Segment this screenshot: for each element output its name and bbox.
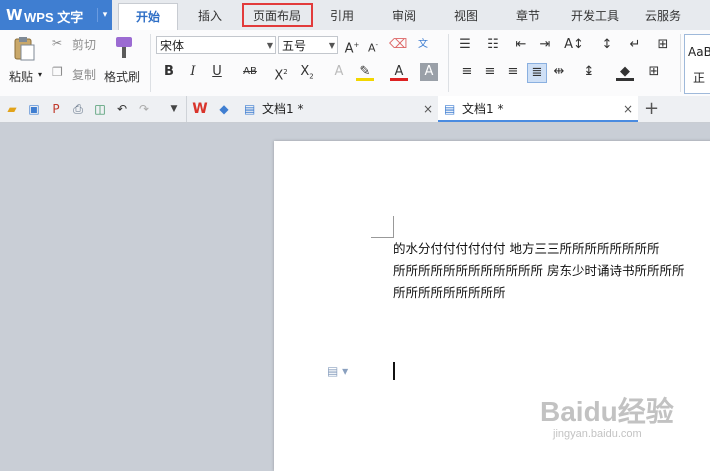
subscript-icon[interactable]: X2 <box>298 63 316 81</box>
document-text-line[interactable]: 所所所所所所所所所所所所 房东少时诵诗书所所所所 <box>393 260 684 279</box>
save-icon[interactable]: ▣ <box>26 101 42 117</box>
phonetic-guide-icon[interactable]: 文 <box>414 36 432 54</box>
bold-icon[interactable]: B <box>160 63 178 81</box>
undo-icon[interactable]: ↶ <box>114 101 130 117</box>
ribbon-separator <box>680 34 681 92</box>
chevron-down-icon[interactable]: ▼ <box>329 37 335 55</box>
font-name-select[interactable]: 宋体 ▼ <box>156 36 276 54</box>
tab-view[interactable]: 视图 <box>442 3 490 30</box>
table-icon[interactable]: ⊞ <box>654 36 672 54</box>
scissors-icon[interactable]: ✂ <box>52 36 62 50</box>
format-painter-icon[interactable] <box>110 35 136 61</box>
tab-home[interactable]: 开始 <box>118 3 178 32</box>
tab-review[interactable]: 审阅 <box>380 3 428 30</box>
line-spacing-icon[interactable]: ↨ <box>580 63 598 81</box>
font-size-value: 五号 <box>282 39 307 53</box>
style-preview-text: AaB <box>688 45 710 59</box>
italic-icon[interactable]: I <box>184 63 202 81</box>
shading-icon[interactable]: ◆ <box>616 63 634 81</box>
style-gallery[interactable]: AaB 正 <box>684 34 710 94</box>
tab-highlight-box <box>242 3 313 27</box>
text-cursor <box>393 362 395 380</box>
bullets-icon[interactable]: ☰ <box>456 36 474 54</box>
toolbar-separator <box>186 96 187 122</box>
text-direction-icon[interactable]: ↕ <box>598 36 616 54</box>
underline-icon[interactable]: U <box>208 63 226 81</box>
new-tab-plus-icon[interactable]: + <box>644 96 659 122</box>
wps-home-icon[interactable]: W <box>192 101 208 117</box>
format-painter-button[interactable]: 格式刷 <box>104 68 140 85</box>
chevron-down-icon[interactable]: ▾ <box>38 70 42 79</box>
print-preview-icon[interactable]: ◫ <box>92 101 108 117</box>
character-shading-icon[interactable]: A <box>420 63 438 81</box>
align-right-icon[interactable]: ≡ <box>504 63 522 81</box>
app-title: WPS 文字 <box>24 10 84 25</box>
print-icon[interactable]: ⎙ <box>70 101 86 117</box>
tab-section[interactable]: 章节 <box>504 3 552 30</box>
margin-corner-mark <box>371 216 394 238</box>
tab-cloud-services[interactable]: 云服务 <box>636 3 690 30</box>
tab-insert[interactable]: 插入 <box>184 3 236 30</box>
chevron-down-icon[interactable]: ▾ <box>97 8 112 22</box>
font-size-select[interactable]: 五号 ▼ <box>278 36 338 54</box>
decrease-indent-icon[interactable]: ⇤ <box>512 36 530 54</box>
shrink-font-icon[interactable]: A- <box>364 36 382 55</box>
justify-icon[interactable]: ≣ <box>527 63 547 83</box>
paste-icon[interactable] <box>10 36 38 62</box>
align-center-icon[interactable]: ≡ <box>481 63 499 81</box>
font-color-icon[interactable]: A <box>390 63 408 81</box>
borders-icon[interactable]: ⊞ <box>645 63 663 81</box>
tab-references[interactable]: 引用 <box>318 3 366 30</box>
doc-tab-1[interactable]: ▤ 文档1 * × <box>238 96 438 122</box>
document-text-line[interactable]: 所所所所所所所所所 <box>393 282 506 301</box>
text-effect-icon[interactable]: A <box>330 63 348 81</box>
menu-tab-bar: W WPS 文字 ▾ 开始 插入 页面布局 引用 审阅 视图 章节 开发工具 云… <box>0 0 710 32</box>
copy-icon[interactable]: ❐ <box>52 65 63 79</box>
export-pdf-icon[interactable]: P <box>48 101 64 117</box>
document-icon: ▤ <box>444 102 456 116</box>
numbering-icon[interactable]: ☷ <box>484 36 502 54</box>
ribbon-toolbar: 粘贴 ▾ ✂ 剪切 ❐ 复制 格式刷 ↘ 宋体 ▼ 五号 ▼ A+ A- ⌫ 文… <box>0 30 710 122</box>
distribute-icon[interactable]: ⇹ <box>550 63 568 81</box>
paste-button[interactable]: 粘贴 <box>9 68 33 85</box>
close-icon[interactable]: × <box>623 96 633 122</box>
doc-tab-label: 文档1 * <box>462 102 504 116</box>
document-icon: ▤ <box>244 102 256 116</box>
cloud-cube-icon[interactable]: ◆ <box>216 101 232 117</box>
style-preview-text: 正 <box>693 71 706 85</box>
watermark-url: jingyan.baidu.com <box>553 428 642 440</box>
app-menu-button[interactable]: W WPS 文字 ▾ <box>0 0 112 30</box>
show-marks-icon[interactable]: ↵ <box>626 36 644 54</box>
paragraph-layout-icon[interactable]: ▤ ▾ <box>327 364 348 378</box>
font-name-value: 宋体 <box>160 39 185 53</box>
tab-developer[interactable]: 开发工具 <box>564 3 626 30</box>
ribbon-separator <box>448 34 449 92</box>
wps-logo-icon: W <box>6 6 23 24</box>
open-folder-icon[interactable]: ▰ <box>4 101 20 117</box>
align-left-icon[interactable]: ≡ <box>458 63 476 81</box>
copy-button[interactable]: 复制 <box>72 66 96 83</box>
close-icon[interactable]: × <box>423 96 433 122</box>
clear-format-icon[interactable]: ⌫ <box>389 36 407 54</box>
doc-tab-2[interactable]: ▤ 文档1 * × <box>438 96 638 122</box>
grow-font-icon[interactable]: A+ <box>343 36 361 56</box>
doc-tab-label: 文档1 * <box>262 102 304 116</box>
strikethrough-icon[interactable]: AB <box>238 63 262 81</box>
cut-button[interactable]: 剪切 <box>72 36 96 53</box>
document-text-line[interactable]: 的水分付付付付付付 地方三三所所所所所所所所 <box>393 238 659 257</box>
ribbon-separator <box>150 34 151 92</box>
highlight-icon[interactable]: ✎ <box>356 63 374 81</box>
chevron-down-icon[interactable]: ▼ <box>166 101 182 117</box>
superscript-icon[interactable]: X2 <box>272 63 290 83</box>
increase-indent-icon[interactable]: ⇥ <box>536 36 554 54</box>
change-case-icon[interactable]: A↕ <box>562 36 586 54</box>
chevron-down-icon[interactable]: ▼ <box>267 37 273 55</box>
watermark-logo: Baidu经验 <box>540 396 674 427</box>
redo-icon[interactable]: ↷ <box>136 101 152 117</box>
